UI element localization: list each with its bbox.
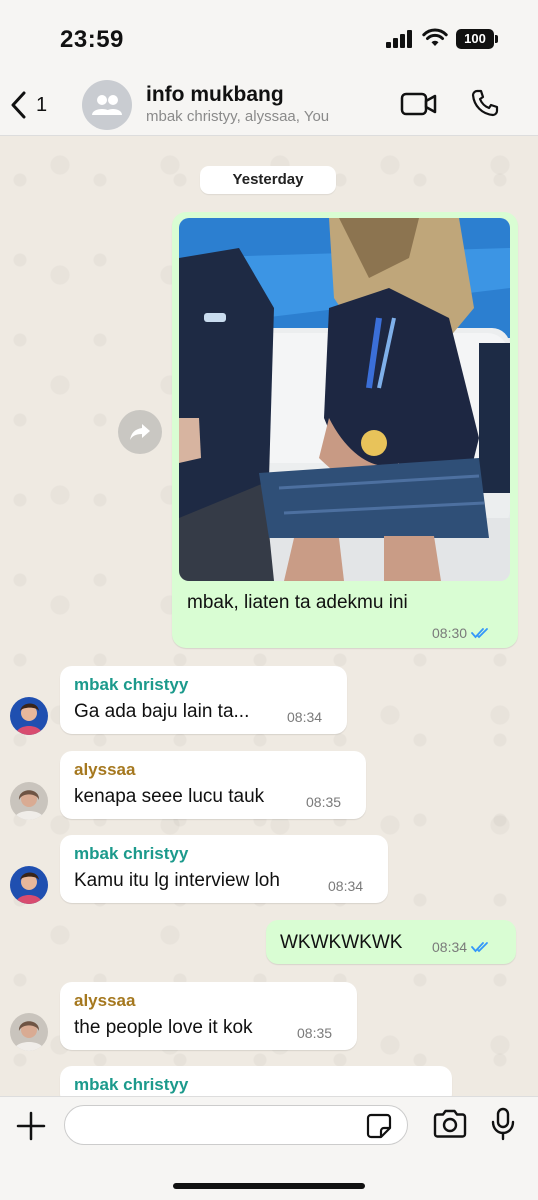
phone-icon[interactable]: [470, 88, 500, 118]
sticker-icon[interactable]: [366, 1113, 392, 1139]
outgoing-image-message[interactable]: mbak, liaten ta adekmu ini 08:30: [172, 212, 518, 648]
incoming-message[interactable]: alyssaa the people love it kok 08:35: [60, 982, 357, 1050]
status-time: 23:59: [60, 26, 124, 53]
avatar-mbak-christyy[interactable]: [10, 866, 48, 904]
avatar-image: [10, 782, 48, 820]
avatar-alyssaa[interactable]: [10, 782, 48, 820]
message-text: mbak, liaten ta adekmu ini: [187, 592, 408, 613]
home-indicator[interactable]: [173, 1183, 365, 1189]
sender-name[interactable]: mbak christyy: [74, 1075, 188, 1095]
avatar-image: [10, 866, 48, 904]
chat-header: 1 info mukbang mbak christyy, alyssaa, Y…: [0, 78, 538, 136]
battery-icon: 100: [456, 29, 498, 49]
plus-icon[interactable]: [16, 1111, 46, 1141]
outgoing-message[interactable]: WKWKWKWK 08:34: [266, 920, 516, 964]
avatar-mbak-christyy[interactable]: [10, 697, 48, 735]
back-button[interactable]: 1: [10, 88, 56, 122]
avatar-alyssaa[interactable]: [10, 1013, 48, 1051]
sender-name[interactable]: alyssaa: [74, 760, 135, 780]
read-ticks-icon: [471, 942, 488, 953]
message-meta: 08:34: [432, 939, 491, 955]
forward-button[interactable]: [118, 410, 162, 454]
incoming-message[interactable]: mbak christyy Kamu itu lg interview loh …: [60, 835, 388, 903]
group-avatar[interactable]: [82, 80, 132, 130]
camera-icon[interactable]: [432, 1109, 468, 1139]
date-separator: Yesterday: [200, 166, 336, 194]
message-time: 08:34: [432, 939, 468, 955]
wifi-icon: [422, 28, 448, 46]
photo-illustration: [179, 218, 510, 581]
avatar-image: [10, 697, 48, 735]
sender-name[interactable]: mbak christyy: [74, 844, 188, 864]
message-meta: 08:30: [432, 625, 491, 641]
avatar-image: [10, 1013, 48, 1051]
cellular-signal-icon: [386, 30, 414, 48]
status-bar: 23:59 100: [0, 0, 538, 78]
incoming-message[interactable]: mbak christyy Ga ada baju lain ta... 08:…: [60, 666, 347, 734]
chevron-left-icon: [11, 91, 26, 119]
message-text: the people love it kok: [74, 1017, 253, 1038]
message-time: 08:30: [432, 625, 468, 641]
message-input[interactable]: [64, 1105, 408, 1145]
video-camera-icon[interactable]: [400, 90, 438, 118]
message-time: 08:35: [297, 1025, 333, 1041]
unread-count: 1: [36, 93, 48, 116]
message-text: Ga ada baju lain ta...: [74, 701, 250, 722]
forward-arrow-icon: [130, 424, 150, 440]
message-time: 08:34: [328, 878, 364, 894]
incoming-message[interactable]: alyssaa kenapa seee lucu tauk 08:35: [60, 751, 366, 819]
group-name[interactable]: info mukbang: [146, 83, 284, 107]
message-text: WKWKWKWK: [280, 932, 403, 953]
sender-name[interactable]: mbak christyy: [74, 675, 188, 695]
group-members[interactable]: mbak christyy, alyssaa, You: [146, 108, 329, 125]
microphone-icon[interactable]: [490, 1107, 516, 1141]
read-ticks-icon: [471, 628, 488, 639]
group-icon: [92, 95, 122, 115]
message-time: 08:34: [287, 709, 323, 725]
sender-name[interactable]: alyssaa: [74, 991, 135, 1011]
message-composer: [0, 1096, 538, 1200]
message-text: Kamu itu lg interview loh: [74, 870, 280, 891]
message-time: 08:35: [306, 794, 342, 810]
shared-photo[interactable]: [179, 218, 510, 581]
message-text: kenapa seee lucu tauk: [74, 786, 265, 807]
